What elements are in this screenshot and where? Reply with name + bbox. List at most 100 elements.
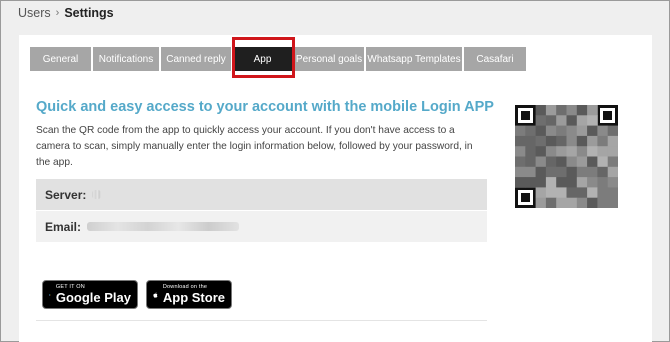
server-label: Server: [45,187,87,202]
qr-module [545,156,557,168]
breadcrumb: Users › Settings [18,5,114,21]
qr-module [597,125,609,137]
qr-finder-bottom-left [515,187,536,208]
qr-module [525,125,536,137]
qr-module [597,197,609,208]
qr-module [556,105,567,116]
qr-module [576,187,588,199]
qr-module [587,156,598,168]
tab-whatsapp-templates[interactable]: Whatsapp Templates [366,47,462,71]
qr-module [597,177,609,188]
qr-finder-top-left [515,105,536,126]
qr-module [525,146,536,157]
qr-module [566,197,578,208]
qr-module [545,197,557,208]
qr-module [545,166,557,178]
qr-module [535,197,547,208]
qr-module [525,135,536,147]
qr-module [607,125,618,137]
apple-badge-big-text: App Store [162,290,225,305]
settings-tabs: General Notifications Canned reply App P… [30,47,528,71]
qr-module [525,166,536,178]
breadcrumb-current: Settings [64,6,114,20]
tab-casafari[interactable]: Casafari [464,47,526,71]
qr-module [545,125,557,137]
qr-module [566,177,578,188]
email-label: Email: [45,219,82,234]
qr-module [566,125,578,137]
qr-module [607,197,618,208]
google-play-icon [49,293,51,296]
tab-app[interactable]: App [233,47,292,71]
app-section-description: Scan the QR code from the app to quickly… [36,125,473,168]
email-value-redacted [87,222,240,231]
qr-module [587,115,598,126]
tab-canned-reply[interactable]: Canned reply [161,47,231,71]
qr-module [587,135,598,147]
qr-module [566,135,578,147]
qr-module [545,146,557,157]
breadcrumb-users-link[interactable]: Users [18,6,51,20]
qr-module [535,115,547,126]
app-store-badge[interactable]: Download on the App Store [146,280,232,309]
qr-module [576,156,588,168]
tab-general[interactable]: General [30,47,91,71]
qr-module [587,146,598,157]
qr-module [556,156,567,168]
qr-module [566,105,578,116]
qr-module [556,177,567,188]
qr-module [535,156,547,168]
qr-module [535,135,547,147]
qr-module [556,146,567,157]
section-divider [36,320,487,321]
server-row: Server: [36,179,487,210]
qr-module [587,125,598,137]
apple-icon [153,291,158,298]
qr-module [535,187,547,199]
tab-label: Notifications [98,53,154,65]
server-value-redacted [92,190,102,199]
qr-module [597,135,609,147]
qr-module [576,105,588,116]
tab-personal-goals[interactable]: Personal goals [294,47,364,71]
qr-module [576,146,588,157]
qr-module [566,187,578,199]
qr-module [576,177,588,188]
tab-label: Casafari [476,53,514,65]
qr-module [535,166,547,178]
qr-module [545,115,557,126]
login-qr-code [515,105,618,208]
qr-module [515,135,526,147]
qr-module [576,197,588,208]
qr-module [607,146,618,157]
app-section-title: Quick and easy access to your account wi… [36,99,494,115]
tab-label: App [253,53,272,65]
qr-module [545,177,557,188]
qr-module [587,166,598,178]
qr-module [587,197,598,208]
google-play-badge[interactable]: GET IT ON Google Play [42,280,138,309]
qr-module [576,166,588,178]
qr-module [576,115,588,126]
qr-module [607,135,618,147]
qr-module [576,125,588,137]
qr-module [597,166,609,178]
email-row: Email: [36,211,487,242]
qr-module [515,146,526,157]
qr-module [556,135,567,147]
qr-module [535,177,547,188]
qr-module [545,135,557,147]
tab-label: General [42,53,79,65]
qr-module [535,105,547,116]
qr-module [566,166,578,178]
tab-label: Canned reply [166,53,226,65]
qr-module [525,156,536,168]
qr-module [535,146,547,157]
qr-module [556,115,567,126]
qr-module [515,166,526,178]
qr-module [597,156,609,168]
qr-module [556,166,567,178]
qr-module [576,135,588,147]
tab-notifications[interactable]: Notifications [93,47,159,71]
qr-module [515,156,526,168]
